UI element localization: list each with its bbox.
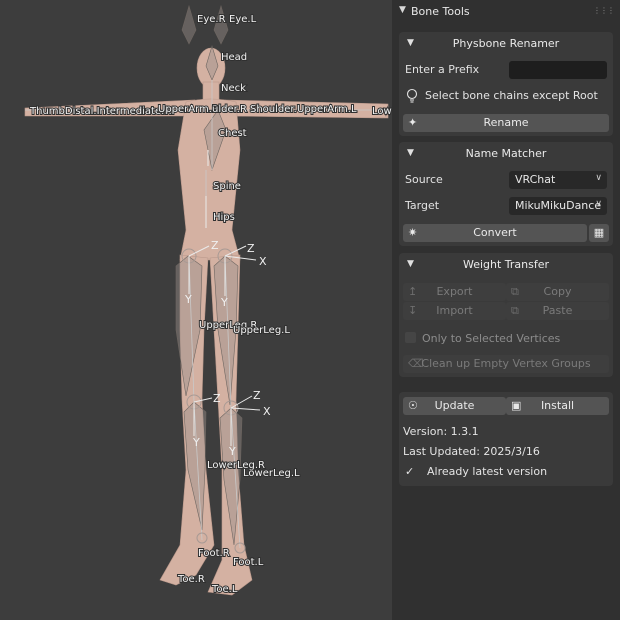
bone-label-upper-arm-l: UpperArm.L	[297, 104, 357, 115]
update-status-text: Already latest version	[427, 465, 548, 478]
prefix-input[interactable]	[509, 61, 607, 79]
axis-y-label: Y	[184, 293, 192, 306]
checkmark-icon: ✓	[405, 465, 415, 478]
convert-button-label: Convert	[473, 226, 517, 239]
copy-button-label: Copy	[543, 285, 572, 298]
physbone-renamer-title: Physbone Renamer	[452, 37, 560, 50]
3d-viewport[interactable]: Z Z X Y Y Z Z X Y Y Eye.R Eye.L Head Nec…	[0, 0, 392, 620]
axis-y-label: Y	[228, 445, 236, 458]
bone-label-neck: Neck	[221, 83, 246, 94]
bone-label-hips: Hips	[213, 212, 235, 223]
n-panel: ▼ Bone Tools ⋮⋮⋮ ▼ Physbone Renamer Ente…	[392, 0, 620, 620]
name-matcher-panel: ▼ Name Matcher Source VRChat ∨ Target Mi…	[399, 142, 613, 246]
bone-label-shoulder-l: Shoulder.	[250, 104, 297, 115]
prefix-label: Enter a Prefix	[405, 63, 480, 76]
bone-label-spine: Spine	[213, 181, 241, 192]
convert-options-button[interactable]: ▦	[589, 224, 609, 242]
axis-x-label: X	[259, 255, 267, 268]
install-button-label: Install	[540, 399, 575, 412]
target-dropdown[interactable]: MikuMikuDance ∨	[509, 197, 607, 215]
update-button-label: Update	[434, 399, 475, 412]
bone-label-thumb-distal: ThumbDistal.Intermediate.R	[29, 106, 171, 117]
drag-handle-icon[interactable]: ⋮⋮⋮	[593, 6, 615, 15]
bone-label-toe-l: Toe.L	[211, 584, 238, 595]
bone-label-foot-l: Foot.L	[233, 557, 264, 568]
chevron-down-icon: ∨	[595, 173, 602, 183]
bone-label-toe-r: Toe.R	[177, 574, 205, 585]
bone-label-eye-r: Eye.R	[197, 14, 226, 25]
copy-button[interactable]: ⧉ Copy	[506, 283, 609, 301]
bone-label-head: Head	[221, 52, 247, 63]
document-icon: ▦	[593, 226, 605, 239]
export-button-label: Export	[436, 285, 473, 298]
bone-tools-header[interactable]: ▼ Bone Tools ⋮⋮⋮	[392, 0, 620, 24]
axis-y-label: Y	[192, 436, 200, 449]
source-label: Source	[405, 173, 443, 186]
version-text: Version: 1.3.1	[403, 425, 479, 438]
bone-label-shoulder-r: ulder.R	[212, 104, 247, 115]
source-dropdown[interactable]: VRChat ∨	[509, 171, 607, 189]
axis-z-label: Z	[211, 239, 219, 252]
chevron-down-icon: ∨	[595, 199, 602, 209]
rename-button-label: Rename	[483, 116, 529, 129]
name-matcher-header[interactable]: ▼ Name Matcher	[399, 142, 613, 166]
cleanup-button-label: Clean up Empty Vertex Groups	[421, 357, 591, 370]
physbone-renamer-panel: ▼ Physbone Renamer Enter a Prefix Select…	[399, 32, 613, 136]
bone-label-upper-leg-l: UpperLeg.L	[233, 325, 290, 336]
only-selected-label: Only to Selected Vertices	[422, 332, 561, 345]
lightbulb-icon	[406, 88, 418, 103]
bone-label-lower-arm-l: Low	[372, 106, 392, 117]
update-button[interactable]: ☉ Update	[403, 397, 506, 415]
updater-panel: ☉ Update ▣ Install Version: 1.3.1 Last U…	[399, 392, 613, 486]
rename-button[interactable]: ✦ Rename	[403, 114, 609, 132]
axis-x-label: X	[263, 405, 271, 418]
last-updated-text: Last Updated: 2025/3/16	[403, 445, 540, 458]
armature-scene: Z Z X Y Y Z Z X Y Y Eye.R Eye.L Head Nec…	[24, 4, 392, 596]
axis-y-label: Y	[220, 296, 228, 309]
physbone-renamer-header[interactable]: ▼ Physbone Renamer	[399, 32, 613, 56]
target-label: Target	[405, 199, 440, 212]
only-selected-checkbox[interactable]	[405, 332, 416, 343]
info-text: Select bone chains except Root	[425, 89, 598, 102]
name-matcher-title: Name Matcher	[465, 147, 547, 160]
import-button[interactable]: ↧ Import	[403, 302, 506, 320]
bone-label-eye-l: Eye.L	[229, 14, 257, 25]
chevron-down-icon[interactable]: ▼	[399, 5, 406, 15]
weight-transfer-panel: ▼ Weight Transfer ↥ Export ⧉ Copy ↧ Impo…	[399, 253, 613, 377]
source-value: VRChat	[515, 173, 556, 186]
bone-label-lower-leg-l: LowerLeg.L	[243, 468, 300, 479]
bone-label-chest: Chest	[218, 128, 247, 139]
paste-button[interactable]: ⧉ Paste	[506, 302, 609, 320]
axis-z-label: Z	[213, 392, 221, 405]
paste-button-label: Paste	[542, 304, 573, 317]
export-button[interactable]: ↥ Export	[403, 283, 506, 301]
weight-transfer-header[interactable]: ▼ Weight Transfer	[399, 253, 613, 277]
cleanup-button[interactable]: ⌫ Clean up Empty Vertex Groups	[403, 355, 609, 373]
import-button-label: Import	[436, 304, 473, 317]
target-value: MikuMikuDance	[515, 199, 602, 212]
install-button[interactable]: ▣ Install	[506, 397, 609, 415]
panel-title: Bone Tools	[411, 5, 470, 18]
bone-label-foot-r: Foot.R	[198, 548, 230, 559]
weight-transfer-title: Weight Transfer	[462, 258, 550, 271]
axis-z-label: Z	[253, 389, 261, 402]
bone-label-upper-arm-r: UpperArm.R	[158, 104, 219, 115]
convert-button[interactable]: ✷ Convert	[403, 224, 587, 242]
axis-z-label: Z	[247, 242, 255, 255]
